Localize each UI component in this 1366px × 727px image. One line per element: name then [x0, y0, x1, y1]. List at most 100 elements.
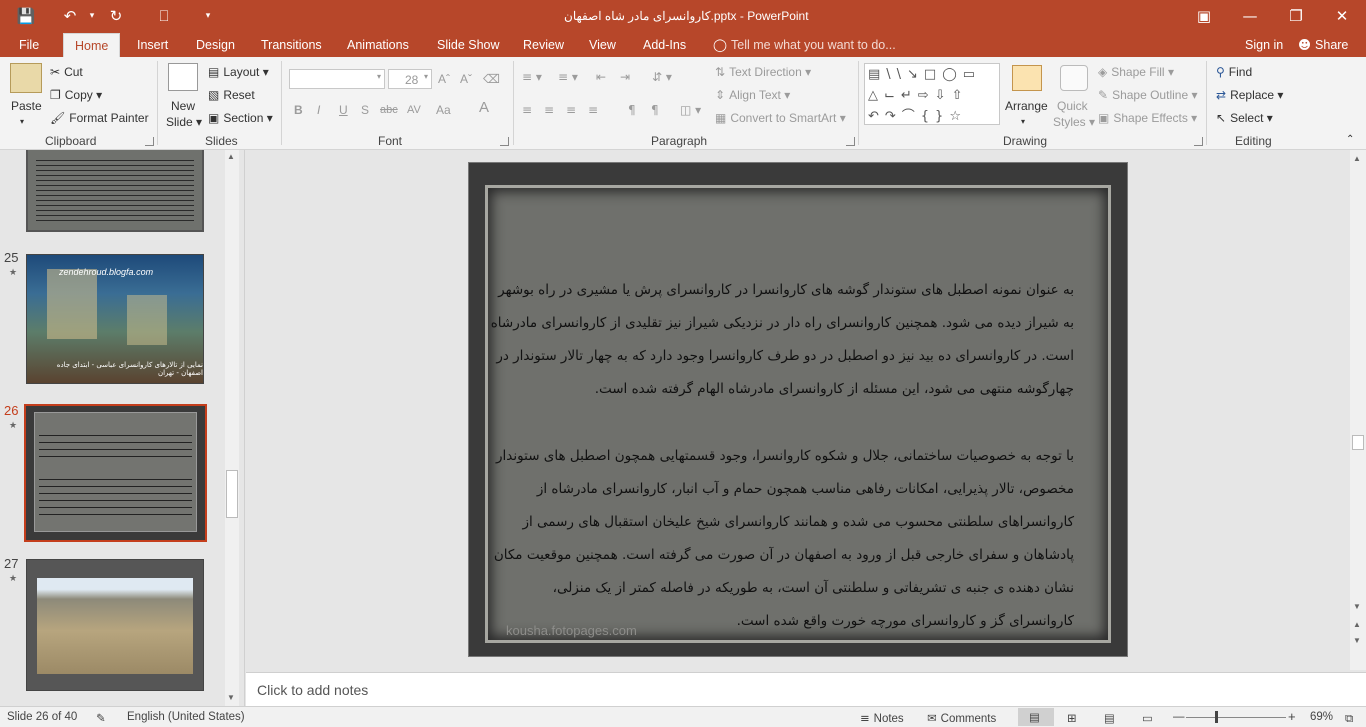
paragraph-launcher-icon[interactable]	[846, 137, 855, 146]
bullets-icon[interactable]: ≡ ▾	[522, 70, 542, 84]
scroll-up-icon[interactable]: ▲	[227, 152, 235, 161]
normal-view-button[interactable]: ▤	[1018, 708, 1054, 726]
font-name-input[interactable]: ▾	[289, 69, 385, 89]
ltr-icon[interactable]: ¶	[651, 103, 659, 117]
tab-view[interactable]: View	[589, 33, 616, 57]
increase-font-icon[interactable]: Aˆ	[438, 72, 450, 86]
decrease-font-icon[interactable]: Aˇ	[460, 72, 472, 86]
slideshow-icon[interactable]: ▭	[1142, 711, 1153, 725]
fit-to-window-icon[interactable]: ⧉	[1345, 711, 1353, 726]
comments-toggle[interactable]: ✉ Comments	[927, 711, 996, 725]
previous-slide-icon[interactable]: ▲	[1353, 620, 1361, 629]
shape-fill-button[interactable]: ◈ Shape Fill ▾	[1098, 65, 1174, 79]
tab-review[interactable]: Review	[523, 33, 564, 57]
quick-styles-label2[interactable]: Styles ▾	[1053, 115, 1095, 129]
zoom-in-icon[interactable]: +	[1288, 709, 1296, 724]
save-icon[interactable]: 💾	[14, 5, 38, 27]
bold-button[interactable]: B	[294, 103, 303, 117]
scroll-down-icon[interactable]: ▼	[227, 693, 235, 702]
shape-effects-button[interactable]: ▣ Shape Effects ▾	[1098, 111, 1197, 125]
tab-add-ins[interactable]: Add-Ins	[643, 33, 686, 57]
notes-pane[interactable]: Click to add notes	[246, 672, 1366, 707]
layout-button[interactable]: ▤ Layout ▾	[208, 65, 269, 79]
sign-in-link[interactable]: Sign in	[1245, 33, 1283, 57]
font-size-input[interactable]: 28 ▾	[388, 69, 432, 89]
reset-button[interactable]: ▧ Reset	[208, 88, 255, 102]
line-spacing-icon[interactable]: ⇵ ▾	[652, 70, 672, 84]
scroll-down-icon[interactable]: ▼	[1353, 602, 1361, 611]
shapes-gallery[interactable]: ▤\\↘□◯▭ △⌙↵⇨⇩⇧ ↶↷⌒{}☆	[864, 63, 1000, 125]
format-painter-button[interactable]: 🖌 Format Painter	[50, 111, 149, 125]
cut-button[interactable]: ✂ Cut	[50, 65, 83, 79]
numbering-icon[interactable]: ≡ ▾	[558, 70, 578, 84]
font-color-button[interactable]: A	[479, 100, 489, 115]
character-spacing-button[interactable]: AV	[407, 103, 421, 117]
collapse-ribbon-icon[interactable]: ⌃	[1346, 133, 1354, 147]
slide-canvas[interactable]: به عنوان نمونه اصطبل های ستوندار گوشه ها…	[468, 162, 1128, 657]
spelling-icon[interactable]: ✎	[96, 711, 106, 725]
paste-dropdown-icon[interactable]: ▾	[20, 115, 24, 129]
increase-indent-icon[interactable]: ⇥	[620, 70, 630, 84]
scroll-up-icon[interactable]: ▲	[1353, 154, 1361, 163]
minimize-icon[interactable]: —	[1238, 5, 1262, 27]
tab-transitions[interactable]: Transitions	[261, 33, 322, 57]
clear-formatting-icon[interactable]: ⌫	[483, 72, 500, 86]
close-icon[interactable]: ✕	[1330, 5, 1354, 27]
select-button[interactable]: ↖ Select ▾	[1216, 111, 1273, 125]
new-slide-label2[interactable]: Slide ▾	[166, 115, 202, 129]
columns-icon[interactable]: ◫ ▾	[680, 103, 701, 117]
arrange-dropdown-icon[interactable]: ▾	[1021, 115, 1025, 129]
zoom-slider-thumb[interactable]	[1215, 711, 1218, 723]
reading-view-icon[interactable]: ▤	[1104, 711, 1115, 725]
slide-thumbnail-24[interactable]	[26, 150, 204, 232]
shape-outline-button[interactable]: ✎ Shape Outline ▾	[1098, 88, 1197, 102]
change-case-button[interactable]: Aa	[436, 103, 451, 117]
tab-insert[interactable]: Insert	[137, 33, 168, 57]
text-direction-button[interactable]: ⇅ Text Direction ▾	[715, 65, 811, 79]
scrollbar-thumb[interactable]	[1352, 435, 1364, 450]
customize-qat-icon[interactable]: ▾	[196, 5, 220, 27]
font-launcher-icon[interactable]	[500, 137, 509, 146]
rtl-icon[interactable]: ¶	[628, 103, 636, 117]
strikethrough-button[interactable]: abc	[380, 103, 398, 117]
drawing-launcher-icon[interactable]	[1194, 137, 1203, 146]
tab-slide-show[interactable]: Slide Show	[437, 33, 500, 57]
replace-button[interactable]: ⇄ Replace ▾	[1216, 88, 1283, 102]
tab-design[interactable]: Design	[196, 33, 235, 57]
tell-me-search[interactable]: ◯ Tell me what you want to do...	[713, 33, 896, 57]
shadow-button[interactable]: S	[361, 103, 369, 117]
slide-paragraph-2[interactable]: با توجه به خصوصیات ساختمانی، جلال و شکوه…	[484, 440, 1074, 638]
next-slide-icon[interactable]: ▼	[1353, 636, 1361, 645]
start-from-beginning-icon[interactable]: ⎕	[152, 5, 176, 27]
share-button[interactable]: ☻ Share	[1298, 33, 1348, 57]
zoom-out-icon[interactable]: —	[1173, 711, 1185, 723]
slide-paragraph-1[interactable]: به عنوان نمونه اصطبل های ستوندار گوشه ها…	[484, 274, 1074, 406]
section-button[interactable]: ▣ Section ▾	[208, 111, 273, 125]
undo-icon[interactable]: ↶	[58, 5, 82, 27]
italic-button[interactable]: I	[317, 103, 320, 117]
slide-sorter-icon[interactable]: ⊞	[1067, 711, 1077, 725]
scrollbar-thumb[interactable]	[226, 470, 238, 518]
language-indicator[interactable]: English (United States)	[127, 711, 245, 723]
notes-toggle[interactable]: ≡ Notes	[860, 711, 904, 725]
find-button[interactable]: ⚲ Find	[1216, 65, 1252, 79]
slide-thumbnail-25[interactable]: zendehroud.blogfa.com نمایی از تالارهای …	[26, 254, 204, 384]
underline-button[interactable]: U	[339, 103, 348, 117]
arrange-button[interactable]: Arrange	[1005, 99, 1048, 113]
zoom-level[interactable]: 69%	[1310, 711, 1333, 723]
justify-icon[interactable]: ≡	[588, 103, 598, 117]
copy-button[interactable]: ❐ Copy ▾	[50, 88, 102, 102]
tab-animations[interactable]: Animations	[347, 33, 409, 57]
tab-home[interactable]: Home	[63, 33, 121, 57]
restore-icon[interactable]: ❐	[1284, 5, 1308, 27]
convert-smartart-button[interactable]: ▦ Convert to SmartArt ▾	[715, 111, 846, 125]
clipboard-launcher-icon[interactable]	[145, 137, 154, 146]
zoom-slider-track[interactable]	[1186, 717, 1286, 718]
align-left-icon[interactable]: ≡	[522, 103, 532, 117]
align-right-icon[interactable]: ≡	[566, 103, 576, 117]
align-center-icon[interactable]: ≡	[544, 103, 554, 117]
redo-icon[interactable]: ↻	[104, 5, 128, 27]
tab-file[interactable]: File	[19, 33, 39, 57]
quick-styles-button[interactable]: Quick	[1057, 99, 1088, 113]
slide-scrollbar[interactable]: ▲ ▼ ▲ ▼	[1350, 150, 1366, 670]
